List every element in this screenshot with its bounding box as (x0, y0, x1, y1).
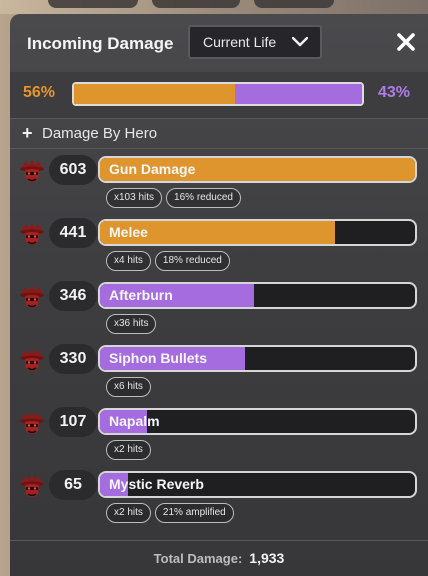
plus-icon: + (22, 122, 33, 143)
damage-source-row: 330 Siphon Bullets x6 hits (10, 343, 428, 406)
damage-source-name: Siphon Bullets (109, 350, 207, 366)
damage-amount: 603 (49, 155, 97, 185)
damage-source-row: 65 Mystic Reverb x2 hits 21% amplified (10, 469, 428, 532)
incoming-damage-panel: Incoming Damage Current Life 56% 43% + D… (10, 14, 428, 576)
damage-by-hero-label: Damage By Hero (42, 124, 158, 142)
damage-tag: x36 hits (106, 314, 157, 334)
damage-tag: 18% reduced (154, 251, 230, 271)
damage-amount: 441 (49, 218, 97, 248)
damage-ratio-bar (72, 82, 364, 106)
background-pill (48, 0, 138, 8)
close-icon[interactable] (395, 31, 417, 53)
damage-tags: x4 hits 18% reduced (106, 251, 230, 271)
damage-tags: x2 hits 21% amplified (106, 503, 234, 523)
chevron-down-icon (292, 37, 308, 47)
weapon-damage-segment (74, 84, 236, 104)
total-damage-label: Total Damage: (153, 550, 243, 566)
damage-tags: x103 hits 16% reduced (106, 188, 241, 208)
background-strip (0, 0, 428, 14)
damage-tag: 21% amplified (154, 503, 234, 523)
damage-bar: Mystic Reverb (98, 471, 417, 498)
damage-tag: x2 hits (106, 440, 151, 460)
hero-portrait-icon (18, 158, 46, 186)
spirit-damage-percent: 43% (378, 84, 411, 101)
damage-source-name: Napalm (109, 413, 160, 429)
damage-source-row: 107 Napalm x2 hits (10, 406, 428, 469)
damage-source-name: Gun Damage (109, 161, 196, 177)
damage-by-hero-toggle[interactable]: + Damage By Hero (10, 118, 428, 148)
damage-amount: 346 (49, 281, 97, 311)
hero-portrait-icon (18, 284, 46, 312)
damage-tag: 16% reduced (166, 188, 241, 208)
damage-amount: 330 (49, 344, 97, 374)
damage-tag: x4 hits (106, 251, 151, 271)
spirit-damage-segment (235, 84, 362, 104)
weapon-damage-percent: 56% (23, 84, 56, 101)
life-filter-dropdown[interactable]: Current Life (188, 25, 322, 59)
damage-ratio-row: 56% 43% (10, 72, 428, 118)
total-damage: Total Damage: 1,933 (10, 540, 428, 576)
damage-source-row: 603 Gun Damage x103 hits 16% reduced (10, 154, 428, 217)
damage-tag: x103 hits (106, 188, 163, 208)
damage-source-name: Melee (109, 224, 148, 240)
hero-portrait-icon (18, 347, 46, 375)
panel-header: Incoming Damage Current Life (10, 14, 428, 72)
damage-tags: x6 hits (106, 377, 151, 397)
damage-source-name: Afterburn (109, 287, 173, 303)
panel-title: Incoming Damage (27, 34, 174, 53)
background-pill (254, 0, 334, 8)
divider (10, 148, 428, 149)
damage-bar: Siphon Bullets (98, 345, 417, 372)
damage-source-row: 346 Afterburn x36 hits (10, 280, 428, 343)
hero-portrait-icon (18, 221, 46, 249)
hero-portrait-icon (18, 410, 46, 438)
damage-bar: Melee (98, 219, 417, 246)
damage-bar: Gun Damage (98, 156, 417, 183)
damage-bar: Afterburn (98, 282, 417, 309)
damage-source-row: 441 Melee x4 hits 18% reduced (10, 217, 428, 280)
damage-bar: Napalm (98, 408, 417, 435)
background-pill (152, 0, 240, 8)
hero-portrait-icon (18, 473, 46, 501)
damage-amount: 65 (49, 470, 97, 500)
damage-tag: x2 hits (106, 503, 151, 523)
dropdown-value: Current Life (203, 34, 277, 50)
damage-tags: x36 hits (106, 314, 157, 334)
damage-tag: x6 hits (106, 377, 151, 397)
damage-amount: 107 (49, 407, 97, 437)
damage-source-name: Mystic Reverb (109, 476, 204, 492)
total-damage-value: 1,933 (249, 550, 285, 566)
damage-tags: x2 hits (106, 440, 151, 460)
